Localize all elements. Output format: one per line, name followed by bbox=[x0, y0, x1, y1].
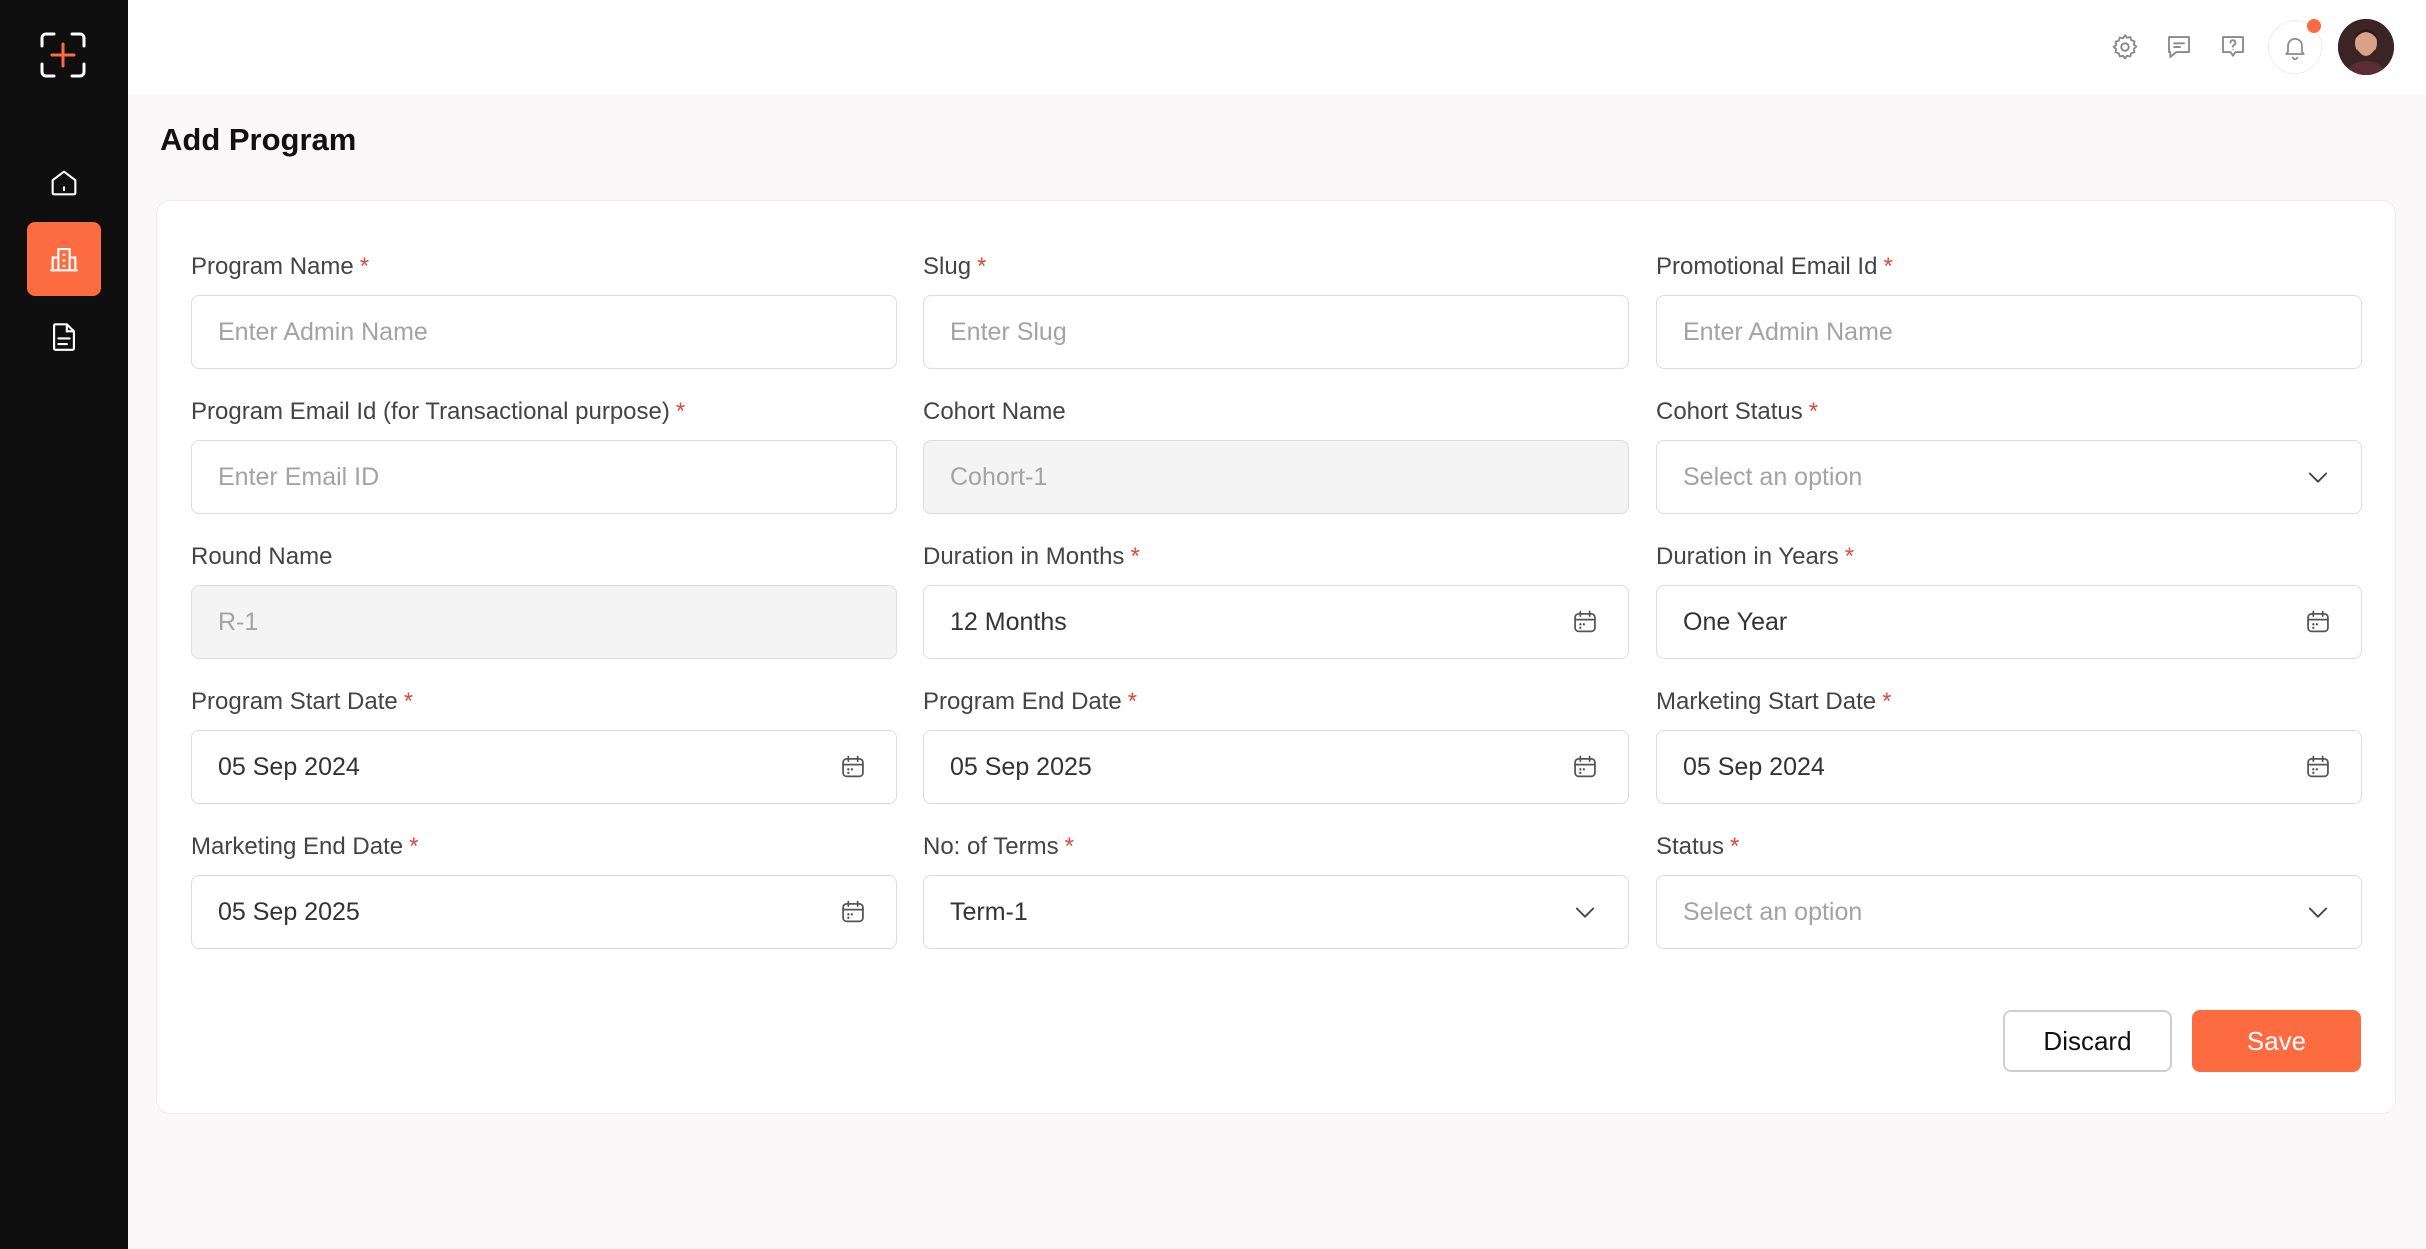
field-label: Cohort Status * bbox=[1656, 398, 1819, 425]
field-label: Program Email Id (for Transactional purp… bbox=[191, 398, 686, 425]
duration-years-input[interactable]: One Year bbox=[1656, 585, 2362, 659]
promotional-email-field: Promotional Email Id * Enter Admin Name bbox=[1656, 251, 2362, 369]
cohort-status-select[interactable]: Select an option bbox=[1656, 440, 2362, 514]
settings-icon[interactable] bbox=[2108, 30, 2142, 64]
cohort-status-field: Cohort Status * Select an option bbox=[1656, 396, 2362, 514]
terms-select[interactable]: Term-1 bbox=[923, 875, 1629, 949]
marketing-end-date-input[interactable]: 05 Sep 2025 bbox=[191, 875, 897, 949]
terms-field: No: of Terms * Term-1 bbox=[923, 831, 1629, 949]
sidebar bbox=[0, 0, 128, 1249]
program-end-date-field: Program End Date * 05 Sep 2025 bbox=[923, 686, 1629, 804]
field-label: Round Name bbox=[191, 543, 333, 570]
chevron-down-icon bbox=[2303, 462, 2333, 492]
notification-badge bbox=[2307, 19, 2321, 33]
program-name-input[interactable]: Enter Admin Name bbox=[191, 295, 897, 369]
field-label: Status * bbox=[1656, 833, 1740, 860]
page-title: Add Program bbox=[160, 122, 357, 157]
status-field: Status * Select an option bbox=[1656, 831, 2362, 949]
marketing-start-date-input[interactable]: 05 Sep 2024 bbox=[1656, 730, 2362, 804]
field-label: Slug * bbox=[923, 253, 987, 280]
field-label: Program Name * bbox=[191, 253, 370, 280]
marketing-start-date-field: Marketing Start Date * 05 Sep 2024 bbox=[1656, 686, 2362, 804]
field-label: Cohort Name bbox=[923, 398, 1066, 425]
calendar-icon[interactable] bbox=[1570, 752, 1600, 782]
field-label: Program Start Date * bbox=[191, 688, 414, 715]
field-label: Duration in Months * bbox=[923, 543, 1140, 570]
program-name-field: Program Name * Enter Admin Name bbox=[191, 251, 897, 369]
document-icon bbox=[53, 323, 75, 351]
field-label: No: of Terms * bbox=[923, 833, 1074, 860]
bell-icon bbox=[2285, 37, 2305, 61]
status-select[interactable]: Select an option bbox=[1656, 875, 2362, 949]
program-end-date-input[interactable]: 05 Sep 2025 bbox=[923, 730, 1629, 804]
app-logo-icon[interactable] bbox=[40, 32, 86, 78]
promotional-email-input[interactable]: Enter Admin Name bbox=[1656, 295, 2362, 369]
calendar-icon[interactable] bbox=[838, 752, 868, 782]
message-icon[interactable] bbox=[2162, 30, 2196, 64]
round-name-field: Round Name R-1 bbox=[191, 541, 897, 659]
sidebar-item-documents[interactable] bbox=[27, 300, 101, 374]
marketing-end-date-field: Marketing End Date * 05 Sep 2025 bbox=[191, 831, 897, 949]
discard-button[interactable]: Discard bbox=[2003, 1010, 2172, 1072]
sidebar-item-programs[interactable] bbox=[27, 222, 101, 296]
sidebar-item-home[interactable] bbox=[27, 146, 101, 220]
top-bar bbox=[128, 0, 2426, 94]
field-label: Program End Date * bbox=[923, 688, 1138, 715]
round-name-input: R-1 bbox=[191, 585, 897, 659]
field-label: Duration in Years * bbox=[1656, 543, 1855, 570]
field-label: Promotional Email Id * bbox=[1656, 253, 1893, 280]
building-icon bbox=[50, 248, 78, 272]
calendar-icon[interactable] bbox=[838, 897, 868, 927]
slug-field: Slug * Enter Slug bbox=[923, 251, 1629, 369]
home-icon bbox=[51, 170, 77, 196]
duration-months-input[interactable]: 12 Months bbox=[923, 585, 1629, 659]
program-form-card: Program Name * Enter Admin Name Slug * Ent… bbox=[156, 200, 2396, 1114]
calendar-icon[interactable] bbox=[2303, 607, 2333, 637]
program-email-field: Program Email Id (for Transactional purp… bbox=[191, 396, 897, 514]
duration-months-field: Duration in Months * 12 Months bbox=[923, 541, 1629, 659]
chevron-down-icon bbox=[2303, 897, 2333, 927]
calendar-icon[interactable] bbox=[2303, 752, 2333, 782]
cohort-name-field: Cohort Name Cohort-1 bbox=[923, 396, 1629, 514]
field-label: Marketing Start Date * bbox=[1656, 688, 1892, 715]
program-start-date-input[interactable]: 05 Sep 2024 bbox=[191, 730, 897, 804]
calendar-icon[interactable] bbox=[1570, 607, 1600, 637]
field-label: Marketing End Date * bbox=[191, 833, 419, 860]
avatar[interactable] bbox=[2338, 19, 2394, 75]
duration-years-field: Duration in Years * One Year bbox=[1656, 541, 2362, 659]
save-button[interactable]: Save bbox=[2192, 1010, 2361, 1072]
help-icon[interactable] bbox=[2216, 30, 2250, 64]
program-email-input[interactable]: Enter Email ID bbox=[191, 440, 897, 514]
program-start-date-field: Program Start Date * 05 Sep 2024 bbox=[191, 686, 897, 804]
slug-input[interactable]: Enter Slug bbox=[923, 295, 1629, 369]
cohort-name-input: Cohort-1 bbox=[923, 440, 1629, 514]
chevron-down-icon bbox=[1570, 897, 1600, 927]
